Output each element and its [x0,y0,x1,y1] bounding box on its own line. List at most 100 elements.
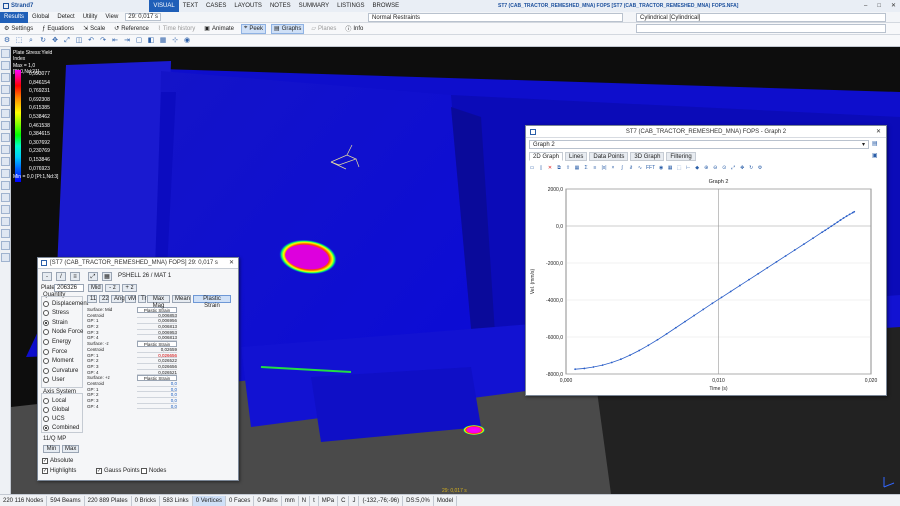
status-item[interactable]: mm [282,495,299,506]
open-icon[interactable]: ▯ [538,165,544,171]
status-item[interactable]: (-132,-76;-96) [359,495,404,506]
time-history-button[interactable]: ⌇ Time history [156,24,197,34]
path-icon[interactable] [1,157,10,166]
next-icon[interactable]: ⇥ [123,37,131,45]
status-item[interactable]: J [349,495,360,506]
fit-icon[interactable]: ⤢ [63,37,71,45]
quantity-radio-displacement[interactable]: Displacement [43,299,88,308]
line-icon[interactable] [1,61,10,70]
close-icon[interactable]: ✕ [876,126,881,138]
pointer-icon[interactable] [1,49,10,58]
quantity-radio-node-force[interactable]: Node Force [43,328,83,337]
grid-icon[interactable]: ▦ [667,165,673,171]
min-button[interactable]: Min [43,445,60,453]
status-item[interactable]: DS:5,0% [403,495,434,506]
split-icon[interactable]: ◧ [147,37,155,45]
absolute-checkbox[interactable]: ✓ Absolute [42,458,73,464]
rotate-icon[interactable]: ↻ [39,37,47,45]
axis-radio-global[interactable]: Global [43,405,69,414]
export-icon[interactable]: ⇪ [565,165,571,171]
link-icon[interactable] [1,121,10,130]
show-icon[interactable] [1,217,10,226]
axis-icon[interactable]: ⊢ [685,165,691,171]
planes-button[interactable]: ▱ Planes [309,24,338,34]
animate-button[interactable]: ▣ Animate [202,24,236,34]
quantity-radio-force[interactable]: Force [43,347,67,356]
status-item[interactable]: Model [434,495,458,506]
menu-view[interactable]: View [101,12,122,23]
derivative-icon[interactable]: ∂ [628,165,634,171]
status-item[interactable]: MPa [319,495,339,506]
ribbon-tab-listings[interactable]: LISTINGS [333,0,368,12]
axes-icon[interactable]: ⊹ [171,37,179,45]
maximize-icon[interactable]: □ [877,0,881,12]
component-tab-4[interactable]: Tr [138,295,146,303]
plate-number-input[interactable]: 206326 [54,284,84,292]
info-button[interactable]: ⓘ Info [343,24,365,34]
integrate-icon[interactable]: ∫ [619,165,625,171]
ribbon-tab-cases[interactable]: CASES [202,0,230,12]
component-tab-6[interactable]: Mean [172,295,191,303]
ribbon-tab-notes[interactable]: NOTES [266,0,295,12]
select-icon[interactable]: ⬚ [15,37,23,45]
status-item[interactable]: 220 116 Nodes [0,495,48,506]
menu-global[interactable]: Global [28,12,53,23]
quantity-radio-stress[interactable]: Stress [43,309,69,318]
ribbon-tab-visual[interactable]: VISUAL [149,0,179,12]
hide-icon[interactable] [1,205,10,214]
line-icon[interactable]: / [56,272,66,281]
component-tab-2[interactable]: Ang [111,295,125,303]
status-item[interactable]: t [310,495,319,506]
coord-system-select[interactable]: Cylindrical [Cylindrical] [636,13,886,22]
velocity-time-chart[interactable]: 2000,00,0-2000,0-4000,0-6000,0-8000,00,0… [526,174,886,395]
time-step-field[interactable]: 29: 0,017 s [125,13,161,21]
menu-results[interactable]: Results [0,11,29,23]
camera-icon[interactable]: ◉ [183,37,191,45]
equations-button[interactable]: ƒ Equations [40,24,76,34]
quantity-radio-curvature[interactable]: Curvature [43,366,78,375]
quantity-radio-strain[interactable]: Strain [43,318,68,327]
axis-radio-local[interactable]: Local [43,396,66,405]
graph-options-icon[interactable]: ▣ [872,152,878,159]
component-tab-5[interactable]: Max Mag [147,295,170,309]
pan-icon[interactable]: ✥ [739,165,745,171]
secondary-select[interactable] [636,24,886,33]
pan-icon[interactable]: ✥ [51,37,59,45]
freedom-case-select[interactable]: Normal Restraints [368,13,623,22]
abs-icon[interactable]: |x| [601,165,607,171]
minimize-icon[interactable]: – [864,0,867,12]
menu-utility[interactable]: Utility [79,12,102,23]
vertex-icon[interactable] [1,133,10,142]
menu-detect[interactable]: Detect [53,12,78,23]
group-icon[interactable] [1,229,10,238]
table-icon[interactable]: ▦ [574,165,580,171]
refresh-icon[interactable]: ↻ [748,165,754,171]
calculator-icon[interactable]: ▦ [102,272,112,281]
zoom-icon[interactable]: ⌕ [27,37,35,45]
filter-icon[interactable] [1,193,10,202]
undo-icon[interactable]: ↶ [87,37,95,45]
close-icon[interactable]: ✕ [891,0,896,12]
ribbon-tab-summary[interactable]: SUMMARY [295,0,334,12]
window-icon[interactable]: ▢ [135,37,143,45]
ribbon-tab-layouts[interactable]: LAYOUTS [230,0,266,12]
layer-button-1[interactable]: - z [105,284,120,292]
list-icon[interactable]: ≡ [592,165,598,171]
layer-button-0[interactable]: Mid [88,284,103,292]
settings-icon[interactable]: ⚙ [757,165,763,171]
reference-button[interactable]: ↺ Reference [112,24,151,34]
component-tab-7[interactable]: Plastic Strain [193,295,231,309]
axis-radio-combined[interactable]: Combined [43,423,79,432]
view-icon[interactable]: ◫ [75,37,83,45]
status-item[interactable]: 0 Bricks [132,495,160,506]
quantity-radio-user[interactable]: User [43,376,65,385]
status-item[interactable]: 594 Beams [47,495,85,506]
axis-radio-ucs[interactable]: UCS [43,414,65,423]
camera-icon[interactable]: ◉ [658,165,664,171]
settings-button[interactable]: ⚙ Settings [2,24,35,34]
ribbon-tab-text[interactable]: TEXT [179,0,202,12]
pick-icon[interactable]: ⤢ [88,272,98,281]
max-button[interactable]: Max [62,445,79,453]
graph-tab-3d-graph[interactable]: 3D Graph [630,152,665,161]
graphs-button[interactable]: ▤ Graphs [271,23,305,34]
